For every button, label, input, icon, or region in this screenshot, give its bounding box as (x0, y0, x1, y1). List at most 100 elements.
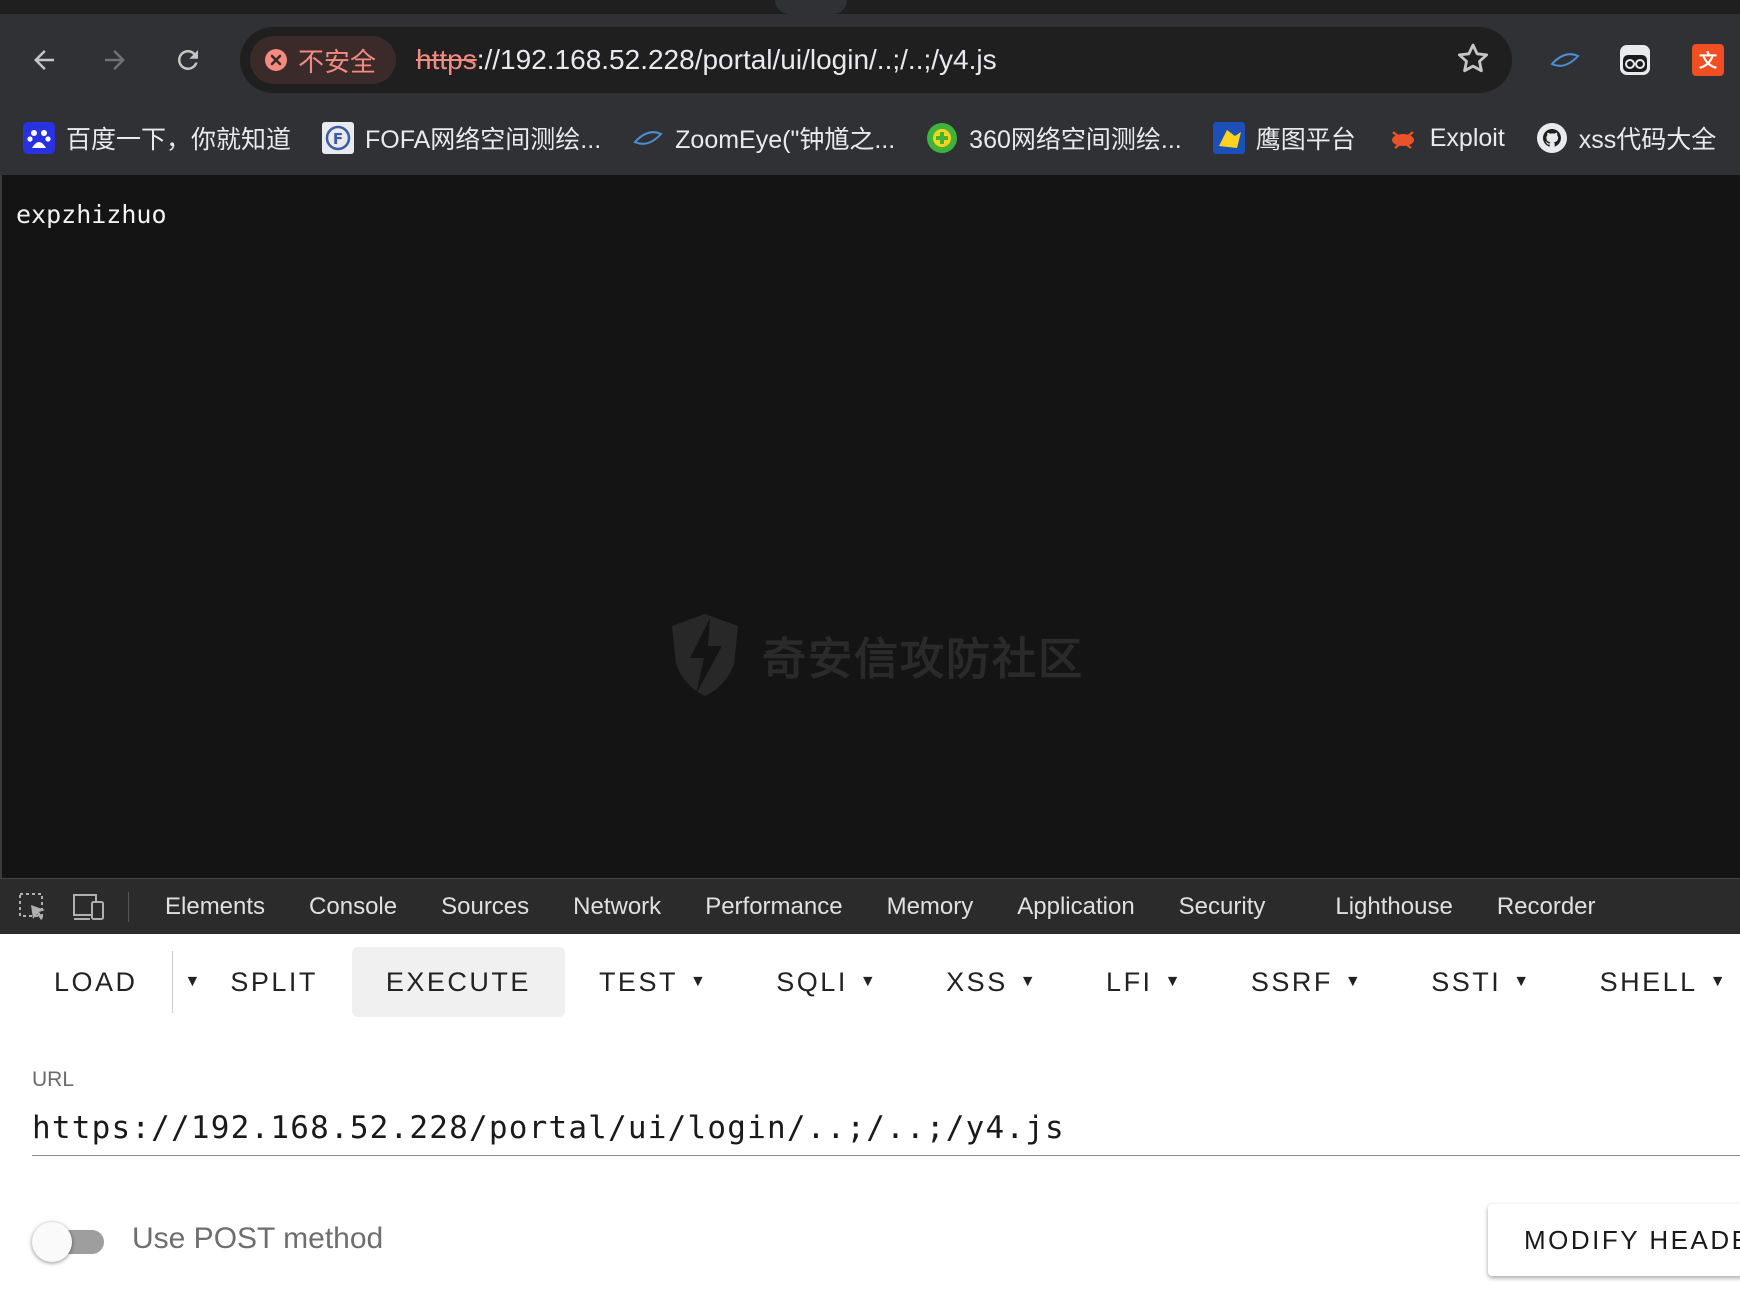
sqli-menu-button[interactable]: SQLI ▼ (742, 947, 912, 1017)
xss-menu-button[interactable]: XSS ▼ (912, 947, 1072, 1017)
tab-console[interactable]: Console (309, 893, 397, 921)
360-icon (925, 121, 959, 155)
shell-label: SHELL (1599, 966, 1698, 997)
svg-text:文: 文 (1699, 50, 1718, 72)
bookmark-label: 360网络空间测绘... (969, 126, 1182, 154)
security-indicator[interactable]: 不安全 (250, 36, 397, 84)
ssti-menu-button[interactable]: SSTI ▼ (1397, 947, 1565, 1017)
bookmark-baidu[interactable]: 百度一下，你就知道 (22, 120, 291, 156)
bookmark-xss[interactable]: xss代码大全 (1535, 120, 1717, 156)
device-mode-icon (73, 894, 104, 920)
ssti-label: SSTI (1431, 966, 1502, 997)
bookmark-exploit[interactable]: Exploit (1386, 121, 1505, 155)
hackbar-toolbar: LOAD ▼ SPLIT EXECUTE TEST ▼ SQLI ▼ XSS ▼ LF… (20, 946, 1740, 1018)
error-circle-icon (265, 49, 287, 71)
hunter-icon (1212, 121, 1246, 155)
bookmark-hunter[interactable]: 鹰图平台 (1212, 120, 1356, 156)
forward-button[interactable] (95, 40, 135, 80)
ssrf-label: SSRF (1250, 966, 1333, 997)
tab-lighthouse[interactable]: Lighthouse (1335, 893, 1452, 921)
url-field-label: URL (32, 1068, 75, 1091)
bookmark-360[interactable]: 360网络空间测绘... (925, 120, 1182, 156)
tab-strip (0, 0, 1740, 14)
watermark-text: 奇安信攻防社区 (762, 635, 1084, 684)
page-viewport (0, 175, 1740, 878)
tab-security[interactable]: Security (1179, 893, 1266, 921)
bookmark-label: 鹰图平台 (1255, 126, 1356, 154)
inspect-element-button[interactable] (10, 884, 56, 930)
back-button[interactable] (24, 40, 64, 80)
address-bar[interactable]: 不安全 https://192.168.52.228/portal/ui/log… (240, 27, 1512, 93)
caret-down-icon: ▼ (1164, 973, 1183, 990)
extension-owl-button[interactable] (1615, 40, 1655, 80)
ssrf-menu-button[interactable]: SSRF ▼ (1217, 947, 1397, 1017)
security-label: 不安全 (298, 46, 377, 77)
reload-button[interactable] (168, 40, 208, 80)
fofa-icon: F (321, 121, 355, 155)
url-scheme: https (416, 44, 477, 75)
caret-down-icon: ▼ (1709, 973, 1729, 990)
tab-network[interactable]: Network (573, 893, 661, 921)
url-path: ://192.168.52.228/portal/ui/login/..;/..… (476, 44, 997, 75)
active-tab[interactable] (775, 0, 847, 14)
post-method-label: Use POST method (132, 1222, 384, 1255)
separator (128, 892, 129, 922)
execute-button[interactable]: EXECUTE (351, 947, 565, 1017)
bookmarks-bar: 百度一下，你就知道 F FOFA网络空间测绘... ZoomEye("钟馗之..… (0, 110, 1740, 166)
caret-down-icon: ▼ (1344, 973, 1364, 990)
tab-elements[interactable]: Elements (165, 893, 265, 921)
tab-memory[interactable]: Memory (887, 893, 974, 921)
bookmark-label: 百度一下，你就知道 (66, 126, 292, 154)
exploit-icon (1386, 121, 1420, 155)
github-icon (1535, 121, 1569, 155)
star-icon (1457, 43, 1489, 73)
device-toolbar-button[interactable] (66, 884, 112, 930)
bookmark-fofa[interactable]: F FOFA网络空间测绘... (321, 120, 601, 156)
tab-sources[interactable]: Sources (441, 893, 529, 921)
bookmark-label: FOFA网络空间测绘... (365, 126, 602, 154)
lfi-menu-button[interactable]: LFI ▼ (1072, 947, 1217, 1017)
bookmark-label: ZoomEye("钟馗之... (675, 126, 896, 154)
xss-label: XSS (946, 966, 1008, 997)
toggle-knob (32, 1222, 72, 1262)
baidu-icon (22, 121, 56, 155)
arrow-right-icon (105, 50, 125, 70)
tab-recorder[interactable]: Recorder (1497, 893, 1596, 921)
bookmark-label: Exploit (1429, 123, 1505, 152)
inspect-cursor-icon (19, 893, 45, 920)
test-label: TEST (598, 966, 678, 997)
translate-icon: 文 (1692, 44, 1724, 76)
svg-text:F: F (333, 130, 343, 148)
owl-icon (1620, 45, 1650, 75)
tab-performance[interactable]: Performance (705, 893, 842, 921)
test-menu-button[interactable]: TEST ▼ (565, 947, 742, 1017)
reload-icon (177, 49, 198, 70)
caret-down-icon: ▼ (859, 973, 879, 990)
lfi-label: LFI (1106, 966, 1153, 997)
caret-down-icon: ▼ (1513, 973, 1532, 990)
split-button[interactable]: SPLIT (204, 947, 352, 1017)
zoomeye-icon (631, 121, 665, 155)
bookmark-zoomeye[interactable]: ZoomEye("钟馗之... (631, 120, 895, 156)
extension-zoomeye-button[interactable] (1545, 40, 1585, 80)
address-text[interactable]: https://192.168.52.228/portal/ui/login/.… (416, 44, 997, 76)
watermark: 奇安信攻防社区 (668, 612, 1084, 698)
devtools-tab-bar: Elements Console Sources Network Perform… (0, 878, 1740, 935)
arrow-left-icon (34, 50, 54, 70)
extension-translate-button[interactable]: 文 (1688, 40, 1728, 80)
load-options-button[interactable]: ▼ (171, 951, 205, 1013)
caret-down-icon: ▼ (689, 973, 709, 990)
bookmark-label: xss代码大全 (1578, 126, 1717, 154)
caret-down-icon: ▼ (1019, 973, 1039, 990)
tab-application[interactable]: Application (1017, 893, 1134, 921)
post-method-toggle[interactable] (32, 1222, 108, 1262)
url-input[interactable] (32, 1100, 1740, 1156)
eye-outline-icon (1550, 53, 1580, 67)
modify-headers-button[interactable]: MODIFY HEADERS (1488, 1204, 1740, 1276)
sqli-label: SQLI (776, 966, 848, 997)
load-button[interactable]: LOAD (20, 947, 172, 1017)
shield-bolt-icon (672, 614, 738, 696)
page-body-text: expzhizhuo (16, 200, 167, 229)
bookmark-star-button[interactable] (1454, 40, 1492, 83)
shell-menu-button[interactable]: SHELL ▼ (1566, 947, 1740, 1017)
